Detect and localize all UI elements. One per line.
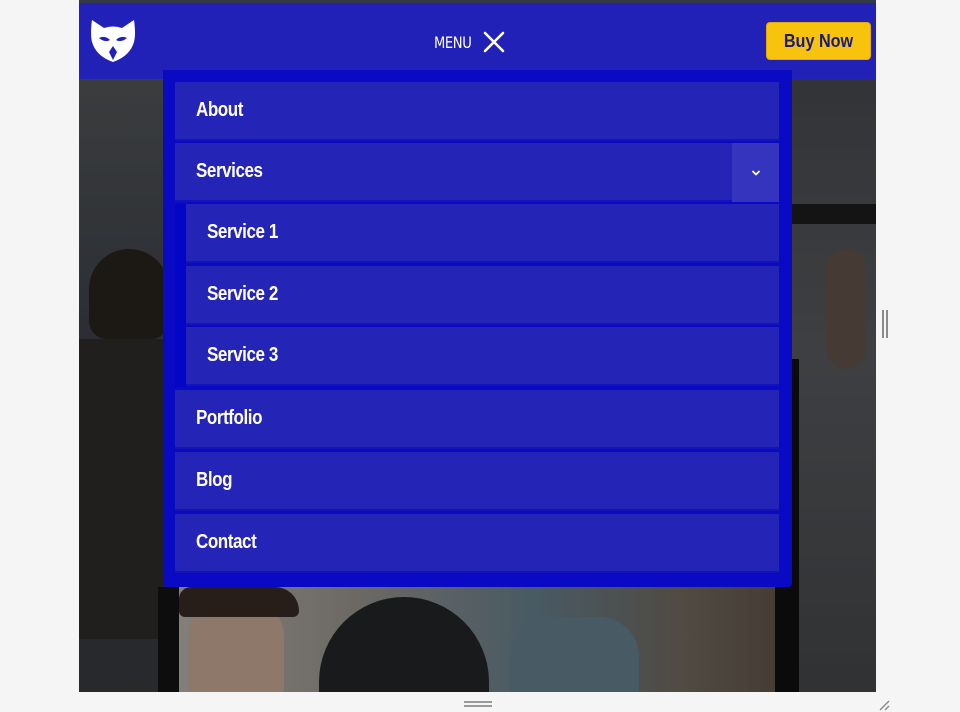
- menu-item-services[interactable]: Services: [175, 143, 779, 202]
- menu-item-label: Services: [196, 160, 263, 182]
- submenu-toggle-button[interactable]: [732, 143, 779, 202]
- menu-item-label: Service 2: [207, 283, 278, 305]
- resize-corner-icon[interactable]: [876, 697, 890, 711]
- chevron-down-icon: [751, 170, 760, 175]
- menu-label: MENU: [434, 32, 472, 52]
- menu-item-about[interactable]: About: [175, 82, 779, 141]
- submenu-item-service-2[interactable]: Service 2: [186, 266, 779, 325]
- menu-item-label: Service 3: [207, 344, 278, 366]
- menu-item-contact[interactable]: Contact: [175, 514, 779, 573]
- menu-item-label: Service 1: [207, 221, 278, 243]
- menu-item-label: Contact: [196, 531, 257, 553]
- menu-item-label: Portfolio: [196, 407, 263, 429]
- menu-toggle-button[interactable]: MENU: [434, 28, 505, 56]
- drag-handle-horizontal-icon[interactable]: [464, 700, 492, 708]
- menu-item-portfolio[interactable]: Portfolio: [175, 390, 779, 449]
- site-header: MENU Buy Now: [79, 0, 876, 79]
- submenu-item-service-1[interactable]: Service 1: [186, 204, 779, 263]
- submenu-item-service-3[interactable]: Service 3: [186, 327, 779, 386]
- cat-mask-logo-icon[interactable]: [88, 16, 138, 66]
- buy-now-label: Buy Now: [783, 30, 854, 51]
- close-x-icon[interactable]: [482, 30, 506, 54]
- menu-item-label: About: [196, 99, 243, 121]
- menu-item-blog[interactable]: Blog: [175, 452, 779, 511]
- drag-handle-vertical-icon[interactable]: [882, 310, 888, 338]
- mobile-nav-menu: About Services Service 1 Service 2 Servi…: [163, 70, 792, 587]
- buy-now-button[interactable]: Buy Now: [766, 22, 871, 60]
- site-preview-frame: MENU Buy Now About Services Service 1 Se…: [79, 0, 876, 692]
- submenu-indent-bar: [175, 204, 186, 387]
- menu-item-label: Blog: [196, 469, 233, 491]
